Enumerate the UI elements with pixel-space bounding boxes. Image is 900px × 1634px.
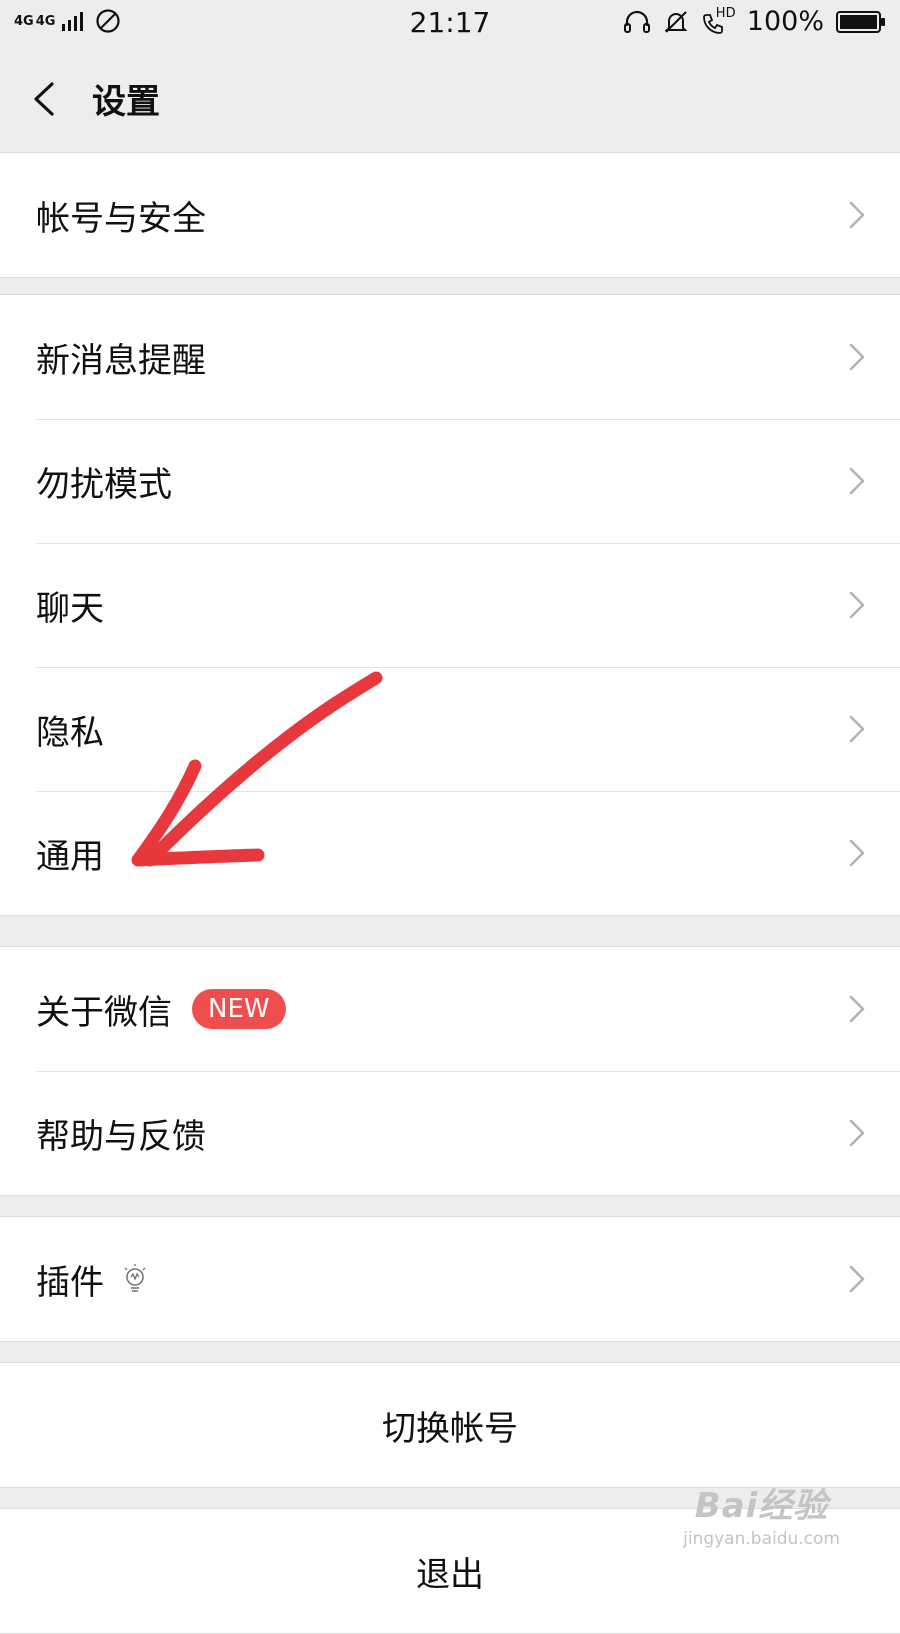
setting-item-label: 聊天 (36, 588, 104, 629)
settings-group-account: 帐号与安全 (0, 152, 900, 278)
setting-item-do-not-disturb[interactable]: 勿扰模式 (0, 419, 900, 543)
chevron-right-icon (849, 591, 865, 619)
switch-account-label: 切换帐号 (382, 1408, 518, 1449)
chevron-right-icon (849, 201, 865, 229)
setting-item-new-message-alerts[interactable]: 新消息提醒 (0, 295, 900, 419)
setting-item-label: 新消息提醒 (36, 340, 206, 381)
setting-item-privacy[interactable]: 隐私 (0, 667, 900, 791)
setting-item-about-wechat[interactable]: 关于微信 NEW (0, 947, 900, 1071)
navigation-bar: 设置 (0, 46, 900, 153)
setting-item-label: 通用 (36, 836, 104, 877)
watermark-url: jingyan.baidu.com (683, 1529, 840, 1549)
setting-item-account-security[interactable]: 帐号与安全 (0, 153, 900, 277)
chevron-right-icon (849, 1265, 865, 1293)
chevron-right-icon (849, 995, 865, 1023)
watermark: Bai经验 jingyan.baidu.com (683, 1478, 840, 1549)
switch-account-group: 切换帐号 (0, 1362, 900, 1488)
setting-item-label: 插件 (36, 1262, 104, 1303)
setting-item-general[interactable]: 通用 (0, 791, 900, 915)
lightbulb-icon (124, 1264, 146, 1292)
page-title: 设置 (92, 82, 160, 122)
switch-account-button[interactable]: 切换帐号 (0, 1363, 900, 1487)
setting-item-plugins[interactable]: 插件 (0, 1217, 900, 1341)
watermark-logo: Bai经验 (694, 1486, 829, 1526)
setting-item-chat[interactable]: 聊天 (0, 543, 900, 667)
status-right: HD 100% (623, 6, 886, 37)
settings-group-plugins: 插件 (0, 1216, 900, 1342)
new-badge: NEW (192, 989, 286, 1029)
setting-item-label: 帮助与反馈 (36, 1116, 206, 1157)
chevron-left-icon (34, 82, 54, 116)
settings-group-main: 新消息提醒 勿扰模式 聊天 隐私 通用 (0, 294, 900, 916)
chevron-right-icon (849, 715, 865, 743)
headphone-icon (623, 10, 650, 33)
setting-item-label: 隐私 (36, 712, 104, 753)
settings-group-about: 关于微信 NEW 帮助与反馈 (0, 946, 900, 1196)
chevron-right-icon (849, 467, 865, 495)
status-bar: 4G 4G 21:17 HD 100% (0, 0, 900, 46)
back-button[interactable] (22, 74, 72, 124)
hd-label: HD (715, 5, 736, 21)
chevron-right-icon (849, 839, 865, 867)
battery-percent: 100% (746, 6, 824, 37)
logout-label: 退出 (416, 1554, 484, 1595)
muted-bell-icon (664, 10, 688, 33)
setting-item-label: 勿扰模式 (36, 464, 172, 505)
setting-item-help-feedback[interactable]: 帮助与反馈 (0, 1071, 900, 1195)
setting-item-label: 关于微信 (36, 992, 172, 1033)
chevron-right-icon (849, 1119, 865, 1147)
hd-call-indicator: HD (701, 5, 736, 36)
setting-item-label: 帐号与安全 (36, 198, 206, 239)
chevron-right-icon (849, 343, 865, 371)
battery-icon (836, 10, 885, 33)
